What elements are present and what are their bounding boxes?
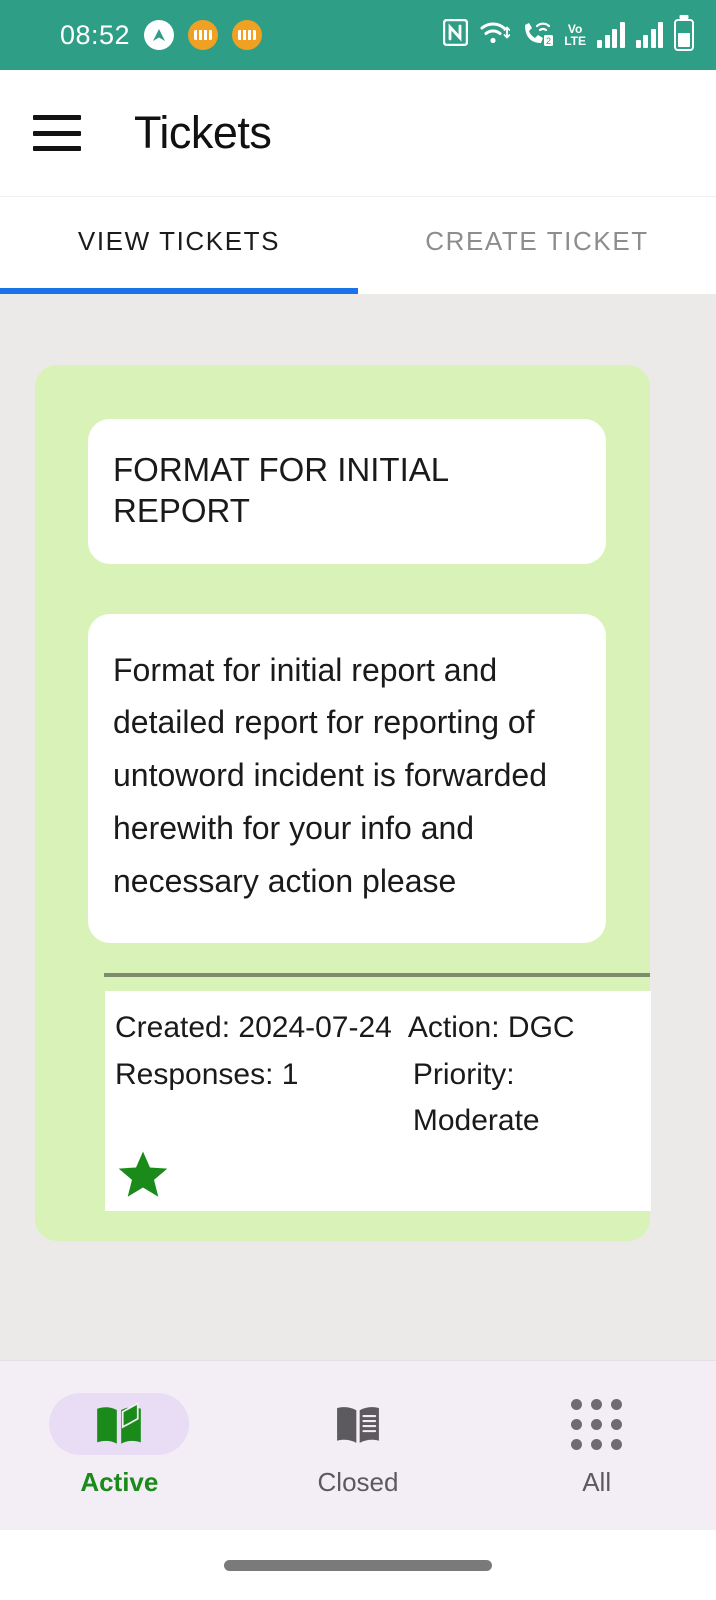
gesture-bar bbox=[0, 1530, 716, 1600]
open-book-icon bbox=[97, 1402, 142, 1444]
ticket-action-owner: Action: DGC bbox=[407, 1011, 575, 1045]
caret-up-circle-icon bbox=[144, 20, 175, 50]
nav-closed-pill bbox=[288, 1393, 428, 1455]
nav-all-pill bbox=[527, 1393, 667, 1455]
ticket-divider bbox=[104, 973, 650, 978]
star-icon[interactable] bbox=[115, 1147, 171, 1201]
ticket-body-text: Format for initial report and detailed r… bbox=[113, 651, 548, 899]
status-bar-right: 2 Vo LTE bbox=[443, 18, 694, 52]
bottom-navigation: Active Closed All bbox=[0, 1360, 716, 1530]
ticket-meta-row-created: Created: 2024-07-24 Action: DGC bbox=[115, 1005, 643, 1052]
nfc-icon bbox=[443, 18, 469, 51]
tab-create-ticket[interactable]: CREATE TICKET bbox=[358, 197, 716, 294]
sim-badge-number: 2 bbox=[546, 36, 551, 46]
hamburger-menu-icon[interactable] bbox=[33, 115, 81, 151]
nav-all-label: All bbox=[582, 1467, 612, 1497]
nav-item-closed[interactable]: Closed bbox=[239, 1393, 478, 1498]
vpn-orange-icon bbox=[188, 20, 219, 50]
ticket-title: FORMAT FOR INITIAL REPORT bbox=[113, 451, 448, 530]
ticket-body-box: Format for initial report and detailed r… bbox=[88, 613, 606, 944]
tab-bar: VIEW TICKETS CREATE TICKET bbox=[0, 197, 716, 294]
tab-view-tickets[interactable]: VIEW TICKETS bbox=[0, 197, 358, 294]
page-title: Tickets bbox=[134, 107, 272, 158]
app-bar: Tickets bbox=[0, 70, 716, 197]
battery-icon bbox=[674, 19, 694, 51]
closed-book-icon bbox=[337, 1407, 379, 1443]
status-bar: 08:52 2 Vo LTE bbox=[0, 0, 716, 70]
nav-item-all[interactable]: All bbox=[477, 1393, 716, 1498]
ticket-responses-count: Responses: 1 bbox=[115, 1057, 299, 1091]
nav-item-active[interactable]: Active bbox=[0, 1393, 239, 1498]
tickets-list: FORMAT FOR INITIAL REPORT Format for ini… bbox=[0, 294, 716, 1360]
ticket-title-box: FORMAT FOR INITIAL REPORT bbox=[88, 419, 606, 564]
ticket-priority: Priority: Moderate bbox=[412, 1057, 540, 1138]
status-bar-clock: 08:52 bbox=[60, 19, 131, 50]
signal-bars-sim1-icon bbox=[597, 22, 625, 48]
status-bar-left: 08:52 bbox=[60, 19, 263, 51]
home-indicator[interactable] bbox=[224, 1559, 492, 1571]
nav-active-label: Active bbox=[80, 1467, 159, 1497]
ticket-meta-box: Created: 2024-07-24 Action: DGC Response… bbox=[105, 991, 651, 1211]
volte-icon: Vo LTE bbox=[564, 22, 586, 48]
ticket-created-date: Created: 2024-07-24 bbox=[115, 1011, 392, 1045]
ticket-card[interactable]: FORMAT FOR INITIAL REPORT Format for ini… bbox=[35, 365, 651, 1241]
vowifi-call-icon: 2 bbox=[521, 19, 554, 52]
signal-bars-sim2-icon bbox=[635, 22, 663, 48]
nav-active-pill bbox=[49, 1393, 190, 1455]
apps-grid-icon bbox=[571, 1398, 623, 1450]
nav-closed-label: Closed bbox=[317, 1467, 399, 1497]
ticket-meta-row-responses: Responses: 1 Priority: Moderate bbox=[115, 1052, 643, 1145]
wifi-icon bbox=[479, 19, 511, 51]
vpn-orange-icon bbox=[232, 20, 263, 50]
